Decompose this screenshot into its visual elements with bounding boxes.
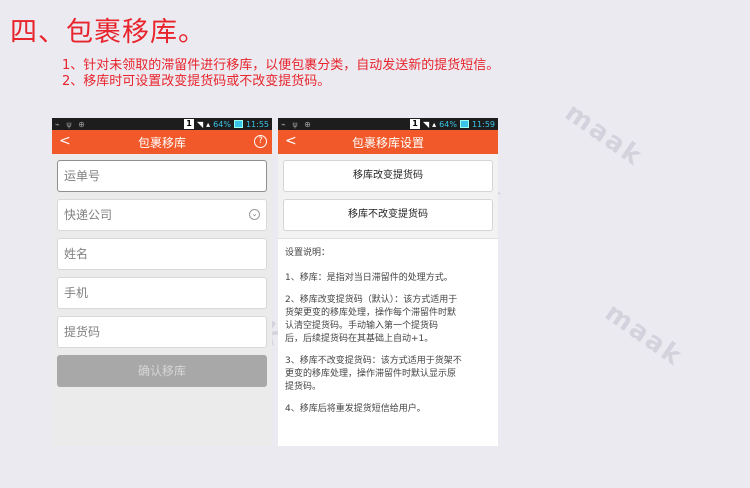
signal-icon: ▴ xyxy=(206,119,211,129)
signal-icon: ▴ xyxy=(432,119,437,129)
info-item-4: 4、移库后将重发提货短信给用户。 xyxy=(285,404,426,414)
courier-select-label: 快递公司 xyxy=(64,208,113,222)
wifi-icon: ◥ xyxy=(196,119,204,129)
description-line-1: 1、针对未领取的滞留件进行移库，以便包裹分类，自动发送新的提货短信。 xyxy=(62,58,500,73)
description-line-2: 2、移库时可设置改变提货码或不改变提货码。 xyxy=(62,74,331,89)
info-title: 设置说明： xyxy=(285,248,331,258)
app-header: < 包裹移库 ? xyxy=(52,130,272,154)
chevron-down-icon: ⌄ xyxy=(249,209,260,220)
pickup-code-input[interactable]: 提货码 xyxy=(57,316,267,348)
battery-icon xyxy=(459,120,469,128)
battery-icon xyxy=(233,120,243,128)
waybill-input[interactable]: 运单号 xyxy=(57,160,267,192)
notification-icons: ⌁ ψ ⊕ xyxy=(281,119,313,129)
name-input[interactable]: 姓名 xyxy=(57,238,267,270)
back-icon[interactable]: < xyxy=(285,133,297,149)
sim-icon: 1 xyxy=(409,119,420,129)
help-icon[interactable]: ? xyxy=(254,135,267,148)
wifi-icon: ◥ xyxy=(422,119,430,129)
settings-info: 设置说明： 1、移库：是指对当日滞留件的处理方式。 2、移库改变提货码（默认）：… xyxy=(278,238,498,446)
courier-select[interactable]: 快递公司 ⌄ xyxy=(57,199,267,231)
app-header: < 包裹移库设置 xyxy=(278,130,498,154)
phone-screen-package-move: ⌁ ψ ⊕ 1 ◥ ▴ 64% 11:55 < 包裹移库 ? 运单号 快递公司 … xyxy=(52,118,272,446)
back-icon[interactable]: < xyxy=(59,133,71,149)
phone-screen-move-settings: ⌁ ψ ⊕ 1 ◥ ▴ 64% 11:59 < 包裹移库设置 移库改变提货码 移… xyxy=(278,118,498,446)
option-keep-pickup-code[interactable]: 移库不改变提货码 xyxy=(283,199,493,231)
status-bar: ⌁ ψ ⊕ 1 ◥ ▴ 64% 11:59 xyxy=(278,118,498,130)
clock: 11:55 xyxy=(245,119,269,129)
option-change-pickup-code[interactable]: 移库改变提货码 xyxy=(283,160,493,192)
status-bar: ⌁ ψ ⊕ 1 ◥ ▴ 64% 11:55 xyxy=(52,118,272,130)
description: 1、针对未领取的滞留件进行移库，以便包裹分类，自动发送新的提货短信。 2、移库时… xyxy=(62,58,499,90)
notification-icons: ⌁ ψ ⊕ xyxy=(55,119,87,129)
watermark: maak xyxy=(559,97,649,173)
sim-icon: 1 xyxy=(183,119,194,129)
battery-percent: 64% xyxy=(213,119,231,129)
info-item-2: 2、移库改变提货码（默认）：该方式适用于 货架更变的移库处理，操作每个滞留件时默… xyxy=(285,295,458,344)
confirm-move-button[interactable]: 确认移库 xyxy=(57,355,267,387)
info-item-1: 1、移库：是指对当日滞留件的处理方式。 xyxy=(285,273,453,283)
clock: 11:59 xyxy=(471,119,495,129)
watermark: maak xyxy=(599,297,689,373)
info-item-3: 3、移库不改变提货码：该方式适用于货架不 更变的移库处理，操作滞留件时默认显示原… xyxy=(285,356,462,392)
screen-title: 包裹移库设置 xyxy=(351,135,424,150)
screen-title: 包裹移库 xyxy=(137,135,186,150)
phone-input[interactable]: 手机 xyxy=(57,277,267,309)
page-title: 四、包裹移库。 xyxy=(10,17,206,48)
battery-percent: 64% xyxy=(439,119,457,129)
